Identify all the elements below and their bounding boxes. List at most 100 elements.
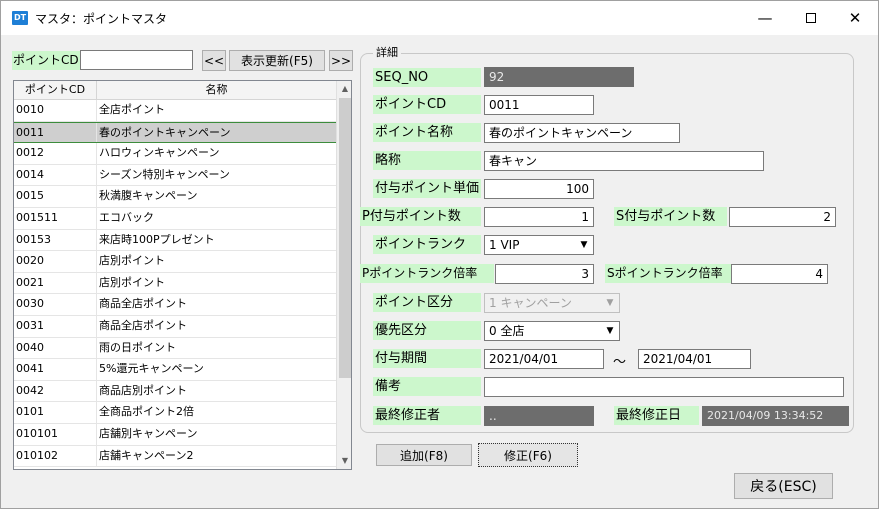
table-row[interactable]: 0042 商品店別ポイント [14,380,336,403]
cell-point-cd: 0042 [14,380,97,402]
maximize-button[interactable] [788,1,834,35]
cell-point-cd: 010101 [14,423,97,445]
point-cd-search-input[interactable] [80,50,193,70]
main-window: DT マスタ：ポイントマスタ — ✕ ポイントCD << 表示更新(F5) >>… [0,0,879,509]
p-points-field[interactable]: 1 [484,207,594,227]
period-label: 付与期間 [373,349,481,368]
cell-point-cd: 010102 [14,445,97,467]
short-name-label: 略称 [373,151,481,170]
remarks-label: 備考 [373,377,481,396]
cell-name: 商品全店ポイント [99,297,187,311]
minimize-icon: — [757,9,773,27]
grid-vertical-scrollbar[interactable]: ▲ ▼ [336,81,351,469]
last-editor-value: .. [484,406,594,426]
point-rank-select[interactable]: 1 VIP ▼ [484,235,594,255]
s-points-label: S付与ポイント数 [614,207,727,226]
table-row[interactable]: 0010 全店ポイント [14,100,336,122]
cell-point-cd: 0041 [14,359,97,380]
cell-point-cd: 0014 [14,164,97,186]
maximize-icon [806,13,816,23]
next-page-button[interactable]: >> [329,50,353,71]
cell-name: エコバック [99,210,154,224]
seq-no-label: SEQ_NO [373,68,481,87]
prev-page-button[interactable]: << [202,50,226,71]
minimize-button[interactable]: — [742,1,788,35]
edit-button[interactable]: 修正(F6) [478,443,578,467]
p-rank-mult-label: Pポイントランク倍率 [360,264,494,283]
add-button[interactable]: 追加(F8) [376,444,472,466]
table-row[interactable]: 001511 エコバック [14,207,336,230]
point-category-label: ポイント区分 [373,293,481,312]
p-rank-mult-field[interactable]: 3 [495,264,594,284]
p-points-label: P付与ポイント数 [360,207,481,226]
cell-point-cd: 0040 [14,337,97,359]
window-title: マスタ：ポイントマスタ [35,12,168,26]
table-row[interactable]: 0011 春のポイントキャンペーン [14,121,336,144]
cell-point-cd: 0020 [14,251,97,272]
unit-price-field[interactable]: 100 [484,179,594,199]
chevron-down-icon[interactable]: ▼ [575,236,593,254]
point-rank-value: 1 VIP [489,238,520,252]
close-icon: ✕ [848,9,862,27]
refresh-button[interactable]: 表示更新(F5) [229,50,325,71]
chevron-down-icon[interactable]: ▼ [601,322,619,340]
last-modified-value: 2021/04/09 13:34:52 [702,406,849,426]
point-name-field[interactable]: 春のポイントキャンペーン [484,123,680,143]
priority-value: 0 全店 [489,324,525,338]
cell-name: 店別ポイント [99,254,165,268]
point-list-grid[interactable]: ポイントCD 名称 0010 全店ポイント 0011 春のポイントキャンペーン 0012… [13,80,352,470]
scroll-down-icon[interactable]: ▼ [337,453,351,469]
cell-point-cd: 00153 [14,229,97,251]
table-row[interactable]: 00153 来店時100Pプレゼント [14,229,336,252]
scroll-up-icon[interactable]: ▲ [337,81,351,97]
title-bar: DT マスタ：ポイントマスタ — ✕ [1,1,878,35]
remarks-field[interactable] [484,377,844,397]
seq-no-value: 92 [484,67,634,87]
table-row[interactable]: 0031 商品全店ポイント [14,315,336,338]
scroll-thumb[interactable] [339,98,351,378]
table-row[interactable]: 0012 ハロウィンキャンペーン [14,143,336,165]
point-cd-field[interactable]: 0011 [484,95,594,115]
table-row[interactable]: 010102 店舗キャンペーン2 [14,445,336,468]
table-row[interactable]: 0041 5%還元キャンペーン [14,359,336,381]
point-rank-label: ポイントランク [373,235,481,254]
cell-name: 店舗別キャンペーン [99,426,198,440]
close-button[interactable]: ✕ [832,1,878,35]
priority-select[interactable]: 0 全店 ▼ [484,321,620,341]
table-row[interactable]: 0015 秋満腹キャンペーン [14,186,336,208]
column-header-point-cd[interactable]: ポイントCD [14,81,97,100]
cell-point-cd: 0010 [14,100,97,121]
table-row[interactable]: 0101 全商品ポイント2倍 [14,402,336,424]
cell-point-cd: 0015 [14,186,97,207]
table-row[interactable]: 0021 店別ポイント [14,272,336,295]
s-points-field[interactable]: 2 [729,207,836,227]
table-row[interactable]: 0020 店別ポイント [14,251,336,273]
s-rank-mult-field[interactable]: 4 [731,264,828,284]
cell-name: 店舗キャンペーン2 [99,448,194,462]
cell-name: 全店ポイント [99,103,165,116]
cell-name: 商品店別ポイント [99,383,187,397]
cell-name: 店別ポイント [99,275,165,289]
cell-name: 5%還元キャンペーン [99,362,204,376]
period-end-field[interactable]: 2021/04/01 [638,349,751,369]
grid-header: ポイントCD 名称 [14,81,336,100]
back-button[interactable]: 戻る(ESC) [734,473,833,499]
cell-name: 来店時100Pプレゼント [99,232,215,246]
period-start-field[interactable]: 2021/04/01 [484,349,604,369]
table-row[interactable]: 010101 店舗別キャンペーン [14,423,336,446]
table-row[interactable]: 0030 商品全店ポイント [14,294,336,316]
cell-name: ハロウィンキャンペーン [99,146,220,160]
cell-name: 雨の日ポイント [99,340,176,354]
last-modified-label: 最終修正日 [614,406,699,425]
last-editor-label: 最終修正者 [373,406,481,425]
point-category-select: 1 キャンペーン ▼ [484,293,620,313]
column-header-name[interactable]: 名称 [97,81,336,100]
short-name-field[interactable]: 春キャン [484,151,764,171]
app-icon: DT [12,11,28,25]
detail-group-legend: 詳細 [373,44,401,60]
cell-point-cd: 0030 [14,294,97,315]
table-row[interactable]: 0040 雨の日ポイント [14,337,336,360]
chevron-down-icon: ▼ [606,298,614,308]
table-row[interactable]: 0014 シーズン特別キャンペーン [14,164,336,187]
point-category-value: 1 キャンペーン [489,296,572,310]
